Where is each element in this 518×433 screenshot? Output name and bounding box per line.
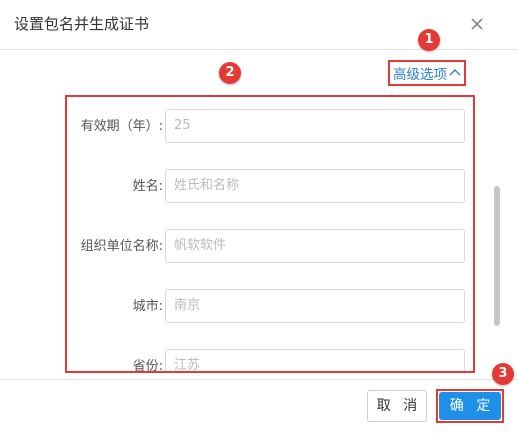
name-input[interactable]: 姓氏和名称 — [165, 169, 465, 203]
org-unit-label: 组织单位名称: — [80, 239, 163, 254]
form-row-org-unit: 组织单位名称: 帆软软件 — [67, 229, 473, 265]
step-badge-1: 1 — [418, 29, 440, 51]
name-label: 姓名: — [132, 179, 163, 194]
ok-button[interactable]: 确 定 — [439, 392, 501, 420]
city-label: 城市: — [132, 299, 163, 314]
city-input[interactable]: 南京 — [165, 289, 465, 323]
form-row-province: 省份: 江苏 — [67, 349, 473, 373]
province-label: 省份: — [132, 359, 163, 373]
step-badge-3: 3 — [492, 363, 514, 385]
chevron-up-icon — [449, 68, 461, 78]
org-unit-input[interactable]: 帆软软件 — [165, 229, 465, 263]
validity-label: 有效期（年）: — [80, 119, 163, 134]
close-icon[interactable] — [467, 14, 487, 34]
province-input[interactable]: 江苏 — [165, 349, 465, 371]
advanced-options-label: 高级选项 — [393, 67, 447, 83]
form-row-name: 姓名: 姓氏和名称 — [67, 169, 473, 205]
dialog: 设置包名并生成证书 高级选项 有效期（年）: 25 姓名: 姓氏和名称 组织单位… — [0, 0, 518, 433]
validity-input[interactable]: 25 — [165, 109, 465, 143]
dialog-header: 设置包名并生成证书 — [0, 0, 518, 50]
dialog-title: 设置包名并生成证书 — [14, 15, 150, 33]
step-badge-2: 2 — [219, 62, 241, 84]
advanced-form: 有效期（年）: 25 姓名: 姓氏和名称 组织单位名称: 帆软软件 城市: 南京… — [65, 95, 475, 373]
cancel-button[interactable]: 取 消 — [367, 390, 427, 422]
scrollbar-thumb[interactable] — [494, 186, 500, 326]
advanced-options-toggle[interactable]: 高级选项 — [388, 60, 466, 86]
form-row-city: 城市: 南京 — [67, 289, 473, 325]
form-row-validity: 有效期（年）: 25 — [67, 109, 473, 145]
